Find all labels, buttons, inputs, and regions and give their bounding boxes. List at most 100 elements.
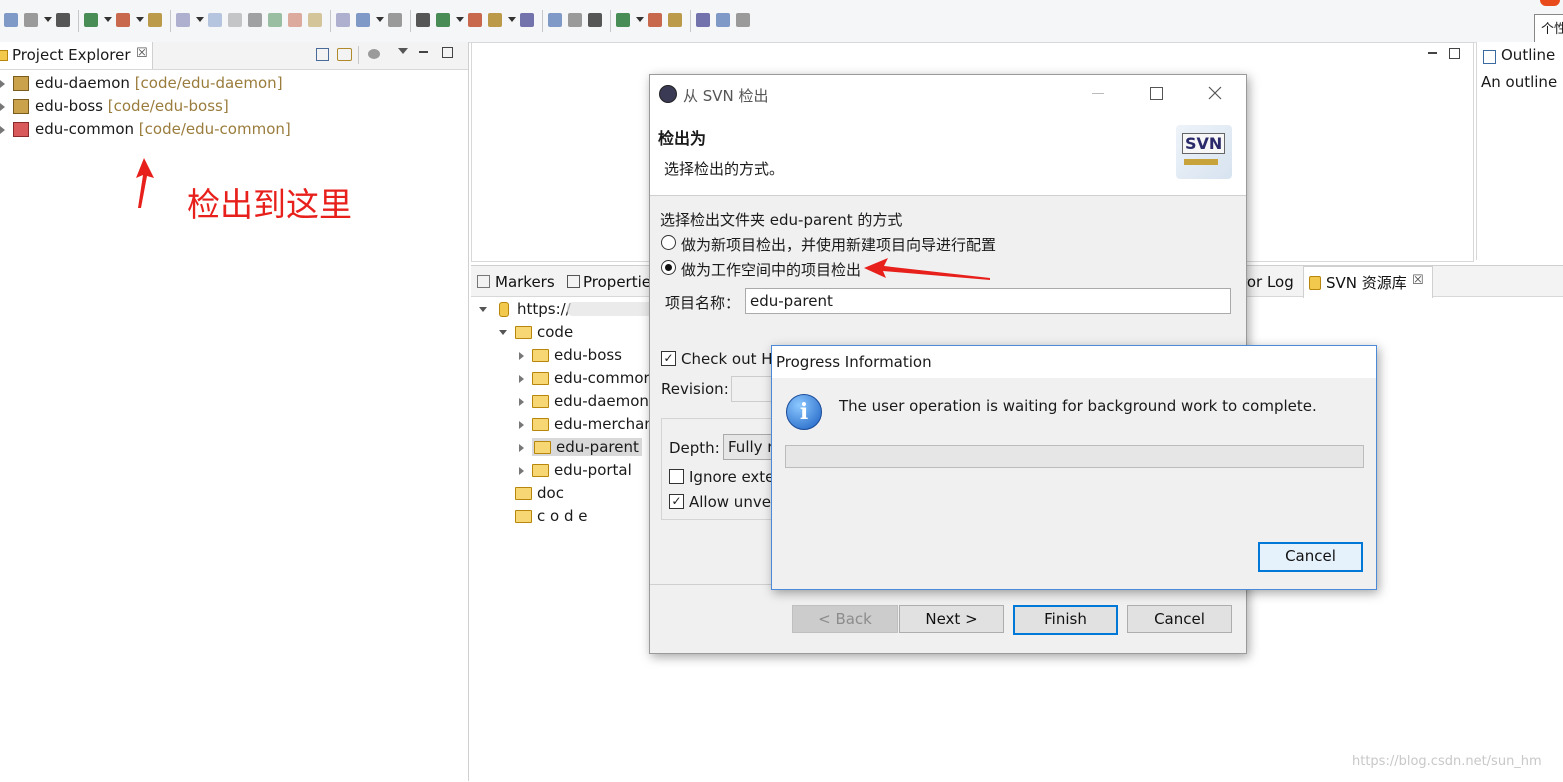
- next-annotation-icon[interactable]: [668, 13, 682, 27]
- project-explorer-panel: Project Explorer ☒ edu-daemon [code/edu-…: [0, 42, 469, 781]
- progress-cancel-button[interactable]: Cancel: [1258, 542, 1363, 572]
- folder-name: edu-parent: [556, 438, 639, 456]
- svn-folder-node[interactable]: edu-boss: [519, 344, 622, 366]
- terminate-icon[interactable]: [228, 13, 242, 27]
- close-window-icon[interactable]: [1208, 86, 1222, 100]
- globe-icon[interactable]: [616, 13, 630, 27]
- project-item[interactable]: edu-common [code/edu-common]: [0, 118, 291, 140]
- disconnect-icon[interactable]: [248, 13, 262, 27]
- option-new-project-label[interactable]: 做为新项目检出，并使用新建项目向导进行配置: [681, 234, 996, 255]
- save-all-icon[interactable]: [56, 13, 70, 27]
- format-icon[interactable]: [336, 13, 350, 27]
- next-button[interactable]: Next >: [899, 605, 1004, 633]
- minimize-icon[interactable]: [419, 51, 428, 53]
- step-over-icon[interactable]: [288, 13, 302, 27]
- maximize-window-icon[interactable]: [1150, 87, 1163, 100]
- pin-icon[interactable]: [148, 13, 162, 27]
- coverage-icon[interactable]: [436, 13, 450, 27]
- link-icon[interactable]: [648, 13, 662, 27]
- properties-icon: [567, 275, 580, 288]
- project-name-input[interactable]: edu-parent: [745, 288, 1231, 314]
- cancel-button[interactable]: Cancel: [1127, 605, 1232, 633]
- back-icon[interactable]: [716, 13, 730, 27]
- open-type-icon[interactable]: [548, 13, 562, 27]
- expand-icon[interactable]: [519, 397, 524, 406]
- finish-button[interactable]: Finish: [1013, 605, 1118, 635]
- maximize-icon[interactable]: [442, 47, 453, 58]
- dropdown-arrow-icon[interactable]: [456, 17, 464, 22]
- close-icon[interactable]: ☒: [1412, 273, 1424, 288]
- expand-icon[interactable]: [519, 374, 524, 383]
- close-icon[interactable]: ☒: [136, 46, 148, 61]
- svn-folder-node[interactable]: doc: [515, 482, 564, 504]
- tab-properties[interactable]: Propertie: [583, 269, 651, 295]
- step-into-icon[interactable]: [268, 13, 282, 27]
- tab-error-log[interactable]: ror Log: [1241, 269, 1294, 295]
- step-return-icon[interactable]: [308, 13, 322, 27]
- check-out-head-checkbox[interactable]: ✓: [661, 351, 676, 366]
- svn-folder-node[interactable]: edu-commor: [519, 367, 650, 389]
- option-workspace-label[interactable]: 做为工作空间中的项目检出: [681, 259, 861, 280]
- new-server-icon[interactable]: [488, 13, 502, 27]
- dropdown-arrow-icon[interactable]: [636, 17, 644, 22]
- svn-folder-node[interactable]: edu-portal: [519, 459, 632, 481]
- maximize-icon[interactable]: [1449, 48, 1460, 59]
- minimize-icon[interactable]: [1428, 52, 1437, 54]
- dropdown-arrow-icon[interactable]: [44, 17, 52, 22]
- link-editor-icon[interactable]: [337, 48, 352, 61]
- expand-icon[interactable]: [519, 420, 524, 429]
- dropdown-arrow-icon[interactable]: [196, 17, 204, 22]
- new-class-icon[interactable]: [520, 13, 534, 27]
- expand-icon[interactable]: [519, 443, 524, 452]
- suspend-icon[interactable]: [208, 13, 222, 27]
- forward-icon[interactable]: [736, 13, 750, 27]
- svn-folder-node[interactable]: edu-merchan: [519, 413, 654, 435]
- svn-folder-node[interactable]: code: [499, 321, 573, 343]
- project-explorer-tab[interactable]: Project Explorer ☒: [0, 42, 153, 69]
- expand-icon[interactable]: [0, 79, 5, 88]
- collapse-all-icon[interactable]: [316, 48, 329, 61]
- tab-svn-repository[interactable]: SVN 资源库 ☒: [1303, 266, 1433, 298]
- save-icon[interactable]: [24, 13, 38, 27]
- markers-icon: [477, 275, 490, 288]
- allow-unversioned-checkbox[interactable]: ✓: [669, 494, 684, 509]
- filter-icon[interactable]: [368, 49, 380, 59]
- project-item[interactable]: edu-boss [code/edu-boss]: [0, 95, 229, 117]
- tab-markers[interactable]: Markers: [495, 269, 555, 295]
- folder-icon: [532, 372, 549, 385]
- external-tools-icon[interactable]: [468, 13, 482, 27]
- resume-icon[interactable]: [176, 13, 190, 27]
- collapse-icon[interactable]: [499, 330, 507, 335]
- ignore-externals-checkbox[interactable]: [669, 469, 684, 484]
- dropdown-arrow-icon[interactable]: [104, 17, 112, 22]
- project-item[interactable]: edu-daemon [code/edu-daemon]: [0, 72, 283, 94]
- svn-folder-node[interactable]: c o d e: [515, 505, 587, 527]
- dropdown-arrow-icon[interactable]: [508, 17, 516, 22]
- option-new-project-radio[interactable]: [661, 235, 676, 250]
- dropdown-arrow-icon[interactable]: [376, 17, 384, 22]
- outline-panel: Outline An outline i: [1476, 42, 1563, 260]
- svn-folder-node[interactable]: edu-daemon: [519, 390, 649, 412]
- outline-tab[interactable]: Outline: [1501, 46, 1555, 64]
- view-menu-icon[interactable]: [398, 48, 408, 54]
- open-folder-icon[interactable]: [568, 13, 582, 27]
- debug-icon[interactable]: [388, 13, 402, 27]
- profile-icon[interactable]: [84, 13, 98, 27]
- console-icon[interactable]: [116, 13, 130, 27]
- collapse-icon[interactable]: [479, 307, 487, 312]
- new-icon[interactable]: [4, 13, 18, 27]
- expand-icon[interactable]: [519, 466, 524, 475]
- expand-icon[interactable]: [0, 102, 5, 111]
- refactor-icon[interactable]: [356, 13, 370, 27]
- run-icon[interactable]: [416, 13, 430, 27]
- svn-folder-node-selected[interactable]: edu-parent: [519, 436, 642, 458]
- dropdown-arrow-icon[interactable]: [136, 17, 144, 22]
- expand-icon[interactable]: [0, 125, 5, 134]
- expand-icon[interactable]: [519, 351, 524, 360]
- option-workspace-radio[interactable]: [661, 260, 676, 275]
- svn-root-node[interactable]: https://: [479, 298, 571, 320]
- prev-annotation-icon[interactable]: [696, 13, 710, 27]
- search-icon[interactable]: [588, 13, 602, 27]
- back-button[interactable]: < Back: [792, 605, 898, 633]
- minimize-window-icon[interactable]: [1092, 93, 1104, 94]
